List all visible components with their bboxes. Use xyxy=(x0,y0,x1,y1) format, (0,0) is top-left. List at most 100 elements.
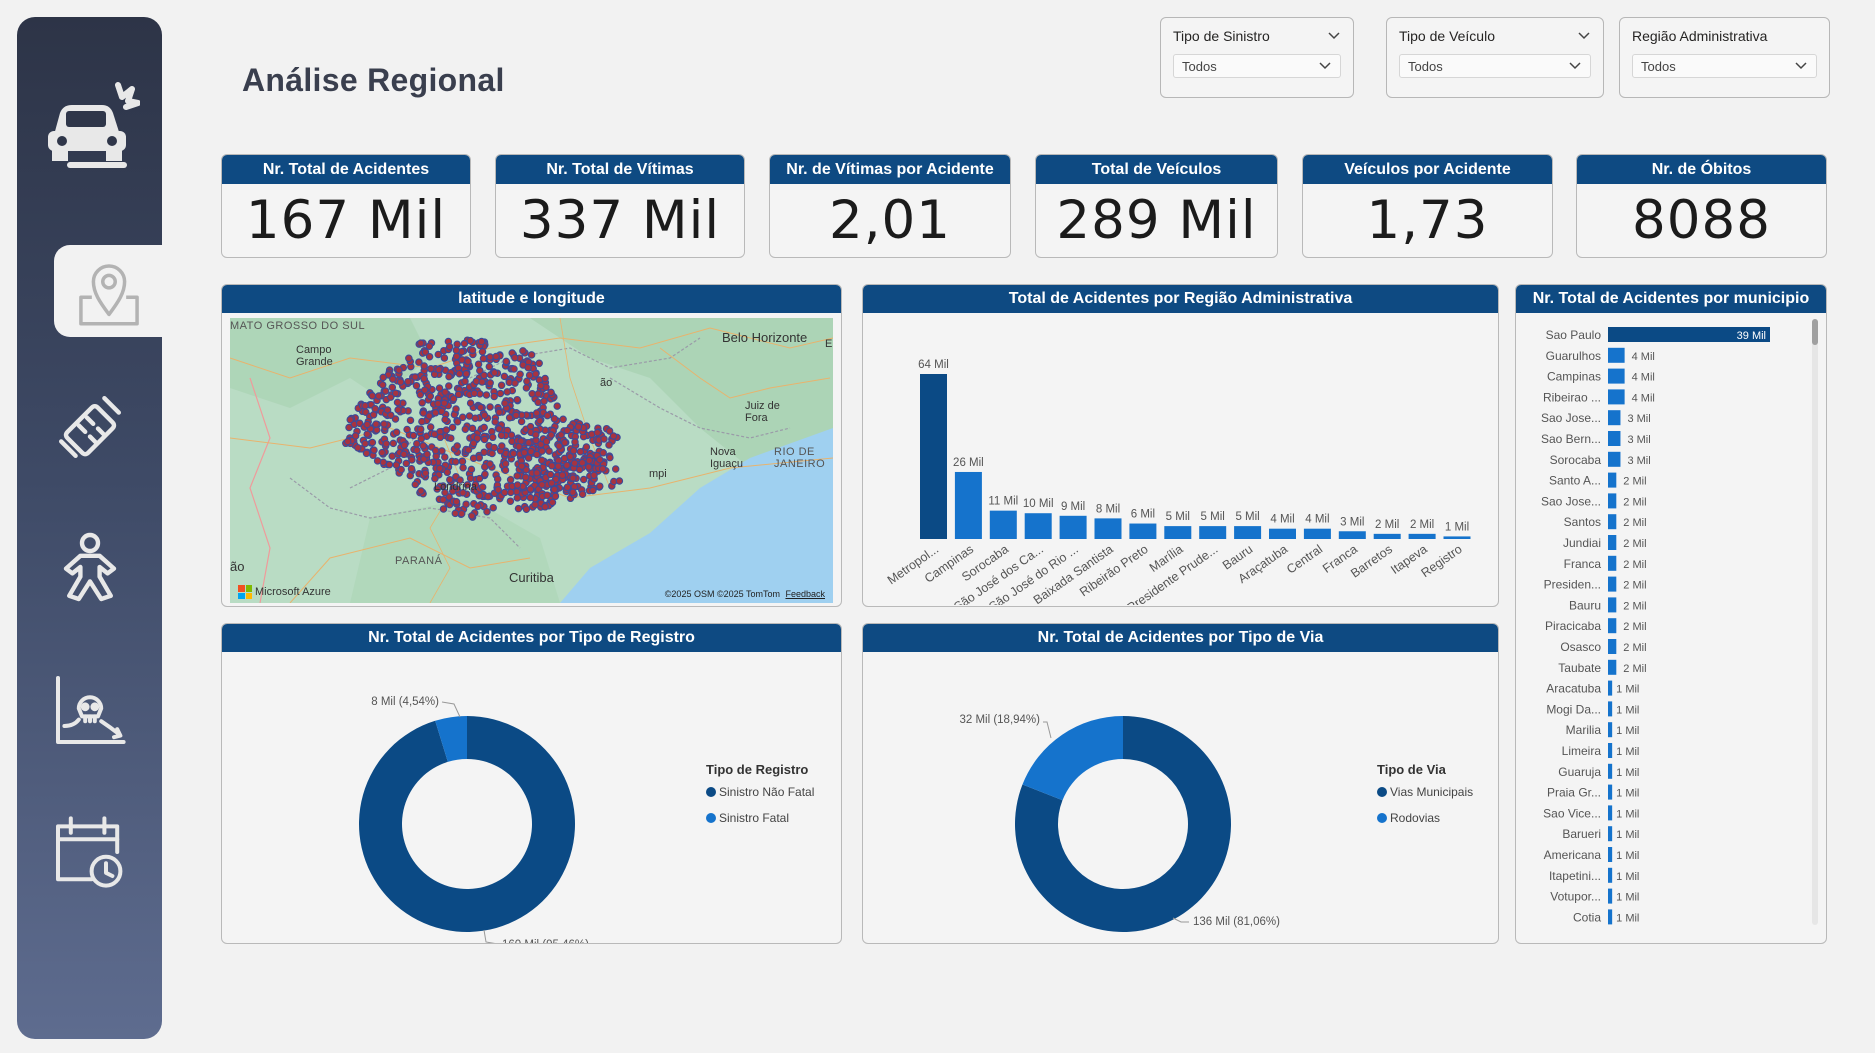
bar[interactable] xyxy=(1338,531,1366,539)
donut-slice[interactable] xyxy=(1022,716,1123,801)
bar[interactable] xyxy=(1608,368,1625,384)
bar[interactable] xyxy=(1303,528,1331,539)
bar[interactable] xyxy=(1608,680,1613,696)
bar[interactable] xyxy=(920,374,947,539)
bar[interactable] xyxy=(1608,784,1613,800)
bar[interactable] xyxy=(1608,410,1621,426)
bar[interactable] xyxy=(1608,472,1617,488)
kpi-label: Total de Veículos xyxy=(1036,155,1277,184)
legend-item-rodovias[interactable]: Rodovias xyxy=(1377,811,1473,825)
page-title: Análise Regional xyxy=(242,62,505,98)
bar[interactable] xyxy=(1269,528,1296,539)
bar[interactable] xyxy=(1094,518,1122,539)
bar[interactable] xyxy=(1608,826,1613,842)
bar[interactable] xyxy=(1024,513,1052,539)
data-label: 136 Mil (81,06%) xyxy=(1193,916,1280,928)
bar[interactable] xyxy=(1608,763,1613,779)
kpi-value: 289 Mil xyxy=(1056,190,1257,251)
bar[interactable] xyxy=(1373,533,1401,539)
data-label: 2 Mil xyxy=(1623,476,1646,488)
data-label: 3 Mil xyxy=(1627,455,1650,467)
tick-label: Praia Gr... xyxy=(1547,786,1601,800)
nav-skull-chart[interactable] xyxy=(17,645,162,775)
bar[interactable] xyxy=(1608,805,1613,821)
filter-tipo-veiculo[interactable]: Tipo de Veículo Todos xyxy=(1386,17,1604,98)
tick-label: Sorocaba xyxy=(1550,453,1602,467)
bar[interactable] xyxy=(1164,526,1192,539)
bar[interactable] xyxy=(1608,535,1617,550)
bar[interactable] xyxy=(1608,867,1613,883)
bar[interactable] xyxy=(989,510,1017,539)
chevron-down-icon xyxy=(1328,32,1340,40)
nav-road[interactable] xyxy=(17,362,162,492)
filter-dropdown[interactable]: Todos xyxy=(1632,54,1817,78)
map-label-belo-horizonte: Belo Horizonte xyxy=(722,330,808,345)
bar[interactable] xyxy=(1234,526,1262,539)
bar[interactable] xyxy=(1408,533,1436,539)
bar[interactable] xyxy=(1129,523,1157,539)
legend-title: Tipo de Registro xyxy=(706,762,809,777)
bar[interactable] xyxy=(1608,493,1617,509)
bar[interactable] xyxy=(1608,639,1617,654)
data-label: 5 Mil xyxy=(1201,511,1225,523)
bar[interactable] xyxy=(1608,701,1613,717)
bar[interactable] xyxy=(1608,722,1613,738)
bar[interactable] xyxy=(1608,576,1617,592)
bar-chart-regiao[interactable]: 64 MilMetropol...26 MilCampinas11 MilSor… xyxy=(863,313,1498,606)
nav-person[interactable] xyxy=(17,502,162,632)
bar[interactable] xyxy=(954,471,982,539)
data-label: 2 Mil xyxy=(1623,663,1646,675)
microsoft-logo-icon xyxy=(238,585,252,599)
map-feedback-link[interactable]: Feedback xyxy=(785,589,825,599)
bar[interactable] xyxy=(1608,659,1617,675)
legend-item-vias-municipais[interactable]: Vias Municipais xyxy=(1377,785,1473,799)
legend-item-fatal[interactable]: Sinistro Fatal xyxy=(706,811,814,825)
legend-registro: Tipo de Registro Sinistro Não Fatal Sini… xyxy=(706,762,814,837)
bar[interactable] xyxy=(1608,555,1617,571)
filter-value: Todos xyxy=(1408,58,1443,74)
data-label: 3 Mil xyxy=(1627,434,1650,446)
bar[interactable] xyxy=(1608,743,1613,758)
legend-dot xyxy=(706,813,716,823)
legend-label: Sinistro Não Fatal xyxy=(719,785,815,799)
map-label-juiz-de-fora: Juiz de Fora xyxy=(745,400,780,424)
nav-calendar-clock[interactable] xyxy=(17,787,162,917)
nav-map-pin[interactable] xyxy=(54,245,180,337)
bar-chart-municipio[interactable]: Sao Paulo 39 Mil Guarulhos 4 Mil Campinas 4 M… xyxy=(1516,313,1812,939)
nav-car-crash[interactable] xyxy=(17,35,162,210)
bar[interactable] xyxy=(1608,389,1625,405)
bar[interactable] xyxy=(1608,597,1617,613)
chart-registro-panel: Nr. Total de Acidentes por Tipo de Regis… xyxy=(221,623,842,944)
filter-regiao-administrativa[interactable]: Região Administrativa Todos xyxy=(1619,17,1830,98)
data-label: 5 Mil xyxy=(1166,511,1190,523)
filter-label: Tipo de Sinistro xyxy=(1173,28,1270,44)
scrollbar[interactable] xyxy=(1812,319,1818,925)
legend-item-nao-fatal[interactable]: Sinistro Não Fatal xyxy=(706,785,814,799)
data-label: 2 Mil xyxy=(1623,538,1646,550)
filter-dropdown[interactable]: Todos xyxy=(1173,54,1341,78)
chevron-down-icon xyxy=(1795,62,1807,70)
bar[interactable] xyxy=(1608,514,1617,530)
leader-line xyxy=(1043,721,1052,739)
tick-label: Sao Paulo xyxy=(1546,328,1602,342)
bar[interactable] xyxy=(1608,347,1625,363)
bar[interactable] xyxy=(1059,515,1087,539)
bar[interactable] xyxy=(1199,526,1227,539)
bar[interactable] xyxy=(1608,847,1613,862)
kpi-label: Veículos por Acidente xyxy=(1303,155,1552,184)
bar[interactable] xyxy=(1608,451,1621,467)
bar[interactable] xyxy=(1608,909,1613,925)
chart-title: Nr. Total de Acidentes por Tipo de Regis… xyxy=(222,624,841,652)
map[interactable]: MATO GROSSO DO SUL Campo Grande Belo Hor… xyxy=(230,318,833,603)
bar[interactable] xyxy=(1608,618,1617,634)
scrollbar-thumb[interactable] xyxy=(1812,319,1818,345)
tick-label: Campinas xyxy=(1547,370,1601,384)
bar[interactable] xyxy=(1443,536,1471,539)
bar[interactable] xyxy=(1608,431,1621,446)
filter-tipo-sinistro[interactable]: Tipo de Sinistro Todos xyxy=(1160,17,1354,98)
data-label: 2 Mil xyxy=(1375,519,1399,531)
filter-dropdown[interactable]: Todos xyxy=(1399,54,1591,78)
chart-title: Nr. Total de Acidentes por Tipo de Via xyxy=(863,624,1498,652)
tick-label: Americana xyxy=(1544,848,1602,862)
bar[interactable] xyxy=(1608,888,1613,904)
